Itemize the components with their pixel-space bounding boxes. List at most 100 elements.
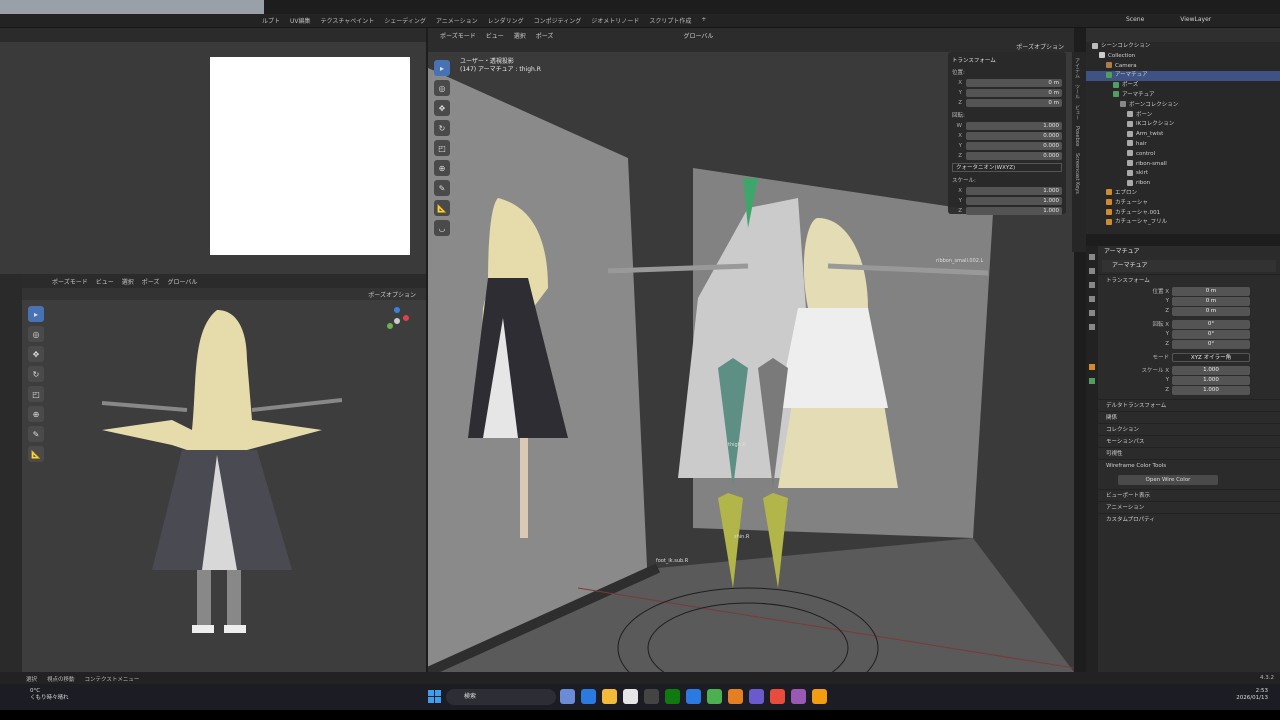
taskbar-app-icon[interactable] — [791, 689, 806, 704]
add-workspace-button[interactable]: + — [701, 16, 706, 25]
prop-rotation-mode[interactable]: XYZ オイラー角 — [1172, 352, 1250, 362]
tab-geometry-nodes[interactable]: ジオメトリノード — [591, 16, 639, 25]
outliner-row[interactable]: エプロン — [1086, 189, 1280, 199]
prop-scale-z[interactable]: 1.000 — [1172, 385, 1250, 395]
pose-options[interactable]: ポーズオプション — [368, 290, 416, 299]
relations-section[interactable]: 関係 — [1098, 411, 1280, 423]
scale-z-field[interactable]: 1.000 — [966, 206, 1062, 215]
visibility-section[interactable]: 可視性 — [1098, 447, 1280, 459]
taskbar-app-icon[interactable] — [707, 689, 722, 704]
menu-pose[interactable]: ポーズ — [142, 277, 160, 286]
sidebar-tab-view[interactable]: ビュー — [1074, 105, 1081, 120]
taskbar-app-icon[interactable] — [602, 689, 617, 704]
outliner-row[interactable]: control — [1086, 150, 1280, 160]
prop-rotation-x[interactable]: 0° — [1172, 319, 1250, 329]
sidebar-tab-tool[interactable]: ツール — [1074, 84, 1081, 99]
tab-compositing[interactable]: コンポジティング — [534, 16, 582, 25]
mode-selector[interactable]: ポーズモード — [52, 277, 88, 286]
tab-texture-paint[interactable]: テクスチャペイント — [321, 16, 375, 25]
view-layer-selector[interactable]: ViewLayer — [1180, 16, 1211, 23]
prop-location-x[interactable]: 0 m — [1172, 286, 1250, 296]
rotation-z-field[interactable]: 0.000 — [966, 151, 1062, 160]
viewport-display-section[interactable]: ビューポート表示 — [1098, 489, 1280, 501]
properties-editor[interactable]: アーマチュア アーマチュア トランスフォーム 位置 X0 m Y0 m Z0 m… — [1098, 246, 1280, 672]
collections-section[interactable]: コレクション — [1098, 423, 1280, 435]
sidebar-tab-screencast[interactable]: Screencast Keys — [1074, 153, 1080, 194]
weather-widget[interactable]: 0°C くもり時々晴れ — [30, 688, 69, 702]
main-pose-options[interactable]: ポーズオプション — [1016, 42, 1064, 51]
outliner-row[interactable]: ポーズ — [1086, 81, 1280, 91]
taskbar-app-icon[interactable] — [581, 689, 596, 704]
pivot-selector[interactable]: グローバル — [167, 277, 197, 286]
windows-start-icon[interactable] — [428, 690, 441, 703]
main-relax-tool-icon[interactable]: ◡ — [434, 220, 450, 236]
main-scale-tool-icon[interactable]: ◰ — [434, 140, 450, 156]
animation-section[interactable]: アニメーション — [1098, 501, 1280, 513]
main-menu-view[interactable]: ビュー — [486, 31, 504, 40]
prop-rotation-z[interactable]: 0° — [1172, 339, 1250, 349]
taskbar-app-icon[interactable] — [560, 689, 575, 704]
outliner[interactable]: シーンコレクション Collection Camera アーマチュア ポーズ アーマチュア… — [1086, 28, 1280, 234]
tab-rendering[interactable]: レンダリング — [488, 16, 524, 25]
scene-selector[interactable]: Scene — [1126, 16, 1144, 23]
taskbar-app-icon[interactable] — [665, 689, 680, 704]
outliner-row[interactable]: Collection — [1086, 52, 1280, 62]
main-rotate-tool-icon[interactable]: ↻ — [434, 120, 450, 136]
main-cursor-tool-icon[interactable]: ◎ — [434, 80, 450, 96]
outliner-row[interactable]: ribon — [1086, 179, 1280, 189]
main-select-tool-icon[interactable]: ▸ — [434, 60, 450, 76]
rotation-y-field[interactable]: 0.000 — [966, 141, 1062, 150]
main-transform-tool-icon[interactable]: ⊕ — [434, 160, 450, 176]
outliner-row[interactable]: アーマチュア — [1086, 71, 1280, 82]
outliner-row[interactable]: カチューシャ — [1086, 199, 1280, 209]
taskbar-app-icon[interactable] — [749, 689, 764, 704]
transform-section[interactable]: トランスフォーム — [1098, 274, 1280, 286]
outliner-row[interactable]: skirt — [1086, 169, 1280, 179]
open-wire-color-button[interactable]: Open Wire Color — [1118, 475, 1218, 485]
sidebar-tab-posebox[interactable]: Posebox — [1074, 126, 1080, 147]
rotation-x-field[interactable]: 0.000 — [966, 131, 1062, 140]
prop-scale-x[interactable]: 1.000 — [1172, 365, 1250, 375]
left-3d-viewport[interactable]: ポーズモード ビュー 選択 ポーズ グローバル ポーズオプション ▸ ◎ ✥ ↻… — [22, 274, 426, 672]
main-annotate-tool-icon[interactable]: ✎ — [434, 180, 450, 196]
taskbar-app-icon[interactable] — [770, 689, 785, 704]
taskbar-app-icon[interactable] — [812, 689, 827, 704]
taskbar-app-icon[interactable] — [644, 689, 659, 704]
motion-paths-section[interactable]: モーションパス — [1098, 435, 1280, 447]
menu-select[interactable]: 選択 — [122, 277, 134, 286]
prop-rotation-y[interactable]: 0° — [1172, 329, 1250, 339]
outliner-row[interactable]: ribon-small — [1086, 160, 1280, 170]
properties-data-name[interactable]: アーマチュア — [1102, 260, 1276, 272]
scale-x-field[interactable]: 1.000 — [966, 186, 1062, 195]
transform-section-title[interactable]: トランスフォーム — [952, 56, 1062, 64]
rotation-w-field[interactable]: 1.000 — [966, 121, 1062, 130]
custom-properties-section[interactable]: カスタムプロパティ — [1098, 513, 1280, 525]
tab-workspace-1[interactable]: ルプト — [262, 16, 280, 25]
menu-view[interactable]: ビュー — [96, 277, 114, 286]
location-x-field[interactable]: 0 m — [966, 78, 1062, 87]
sidebar-tab-item[interactable]: アイテム — [1074, 58, 1081, 78]
prop-location-z[interactable]: 0 m — [1172, 306, 1250, 316]
main-menu-select[interactable]: 選択 — [514, 31, 526, 40]
navigation-gizmo-icon[interactable] — [382, 306, 412, 336]
outliner-row[interactable]: hair — [1086, 140, 1280, 150]
taskbar-app-icon[interactable] — [686, 689, 701, 704]
location-y-field[interactable]: 0 m — [966, 88, 1062, 97]
outliner-row[interactable]: ボーンコレクション — [1086, 101, 1280, 111]
main-menu-pose[interactable]: ポーズ — [536, 31, 554, 40]
wireframe-color-tools-section[interactable]: Wireframe Color Tools — [1098, 459, 1280, 471]
outliner-row[interactable]: カチューシャ_フリル — [1086, 218, 1280, 228]
tab-scripting[interactable]: スクリプト作成 — [649, 16, 691, 25]
location-z-field[interactable]: 0 m — [966, 98, 1062, 107]
prop-scale-y[interactable]: 1.000 — [1172, 375, 1250, 385]
taskbar-search[interactable]: 検索 — [446, 689, 556, 705]
outliner-row[interactable]: カチューシャ.001 — [1086, 209, 1280, 219]
outliner-row[interactable]: Arm_twist — [1086, 130, 1280, 140]
properties-tab-icons[interactable] — [1086, 246, 1098, 446]
main-mode-selector[interactable]: ポーズモード — [440, 31, 476, 40]
outliner-row[interactable]: Camera — [1086, 62, 1280, 72]
main-measure-tool-icon[interactable]: 📐 — [434, 200, 450, 216]
tab-shading[interactable]: シェーディング — [384, 16, 426, 25]
tab-animation[interactable]: アニメーション — [436, 16, 478, 25]
taskbar-app-icon[interactable] — [623, 689, 638, 704]
